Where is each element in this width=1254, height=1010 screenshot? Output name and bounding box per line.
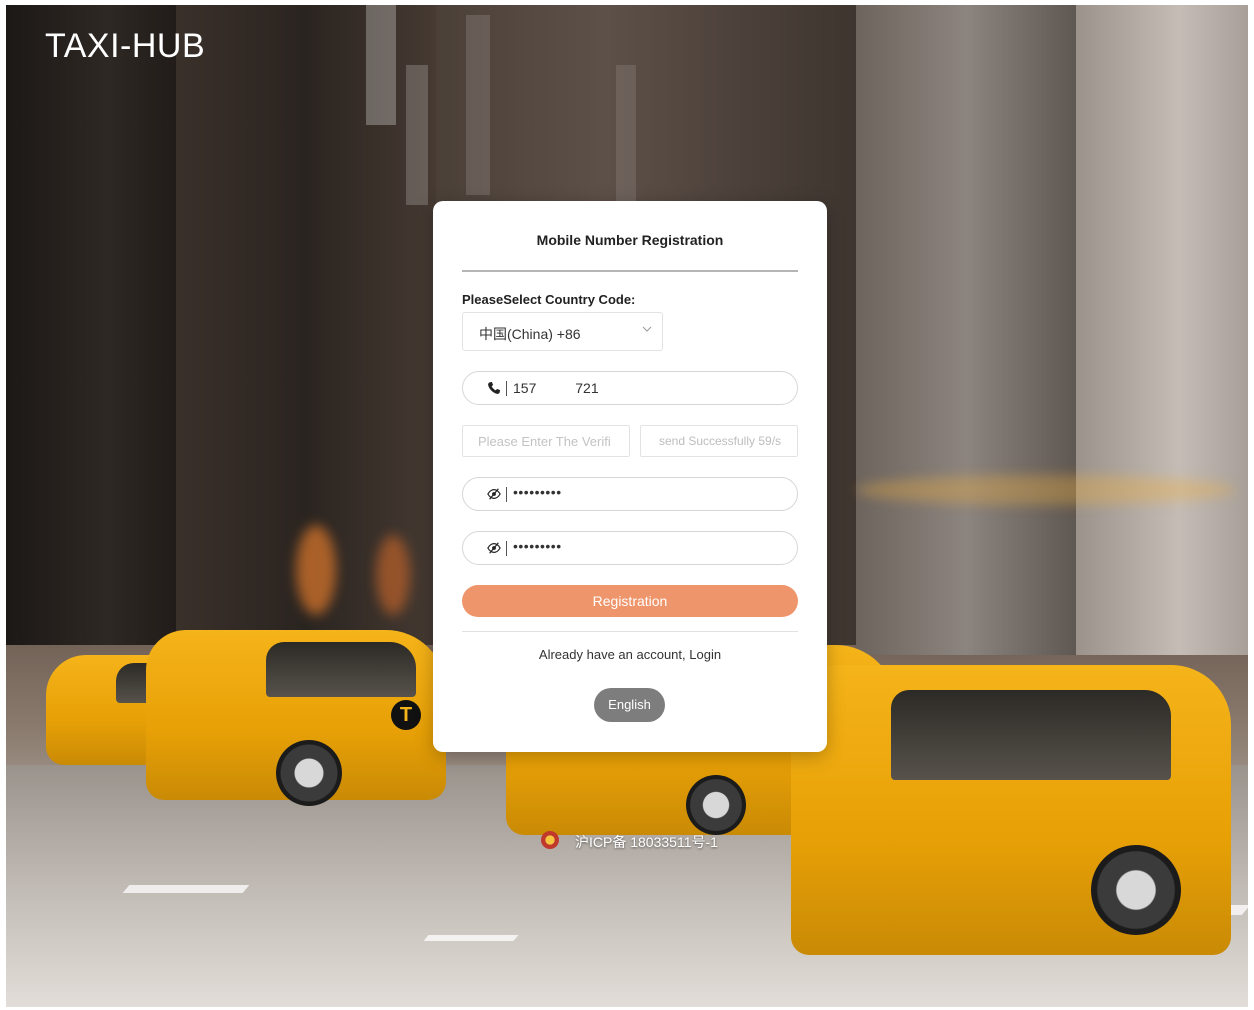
form-title: Mobile Number Registration: [536, 232, 724, 248]
police-emblem-icon: [541, 831, 559, 849]
brand-logo: TAXI-HUB: [45, 27, 206, 65]
phone-input[interactable]: 157 721: [462, 371, 798, 405]
registration-card: Mobile Number Registration PleaseSelect …: [433, 201, 827, 752]
registration-button[interactable]: Registration: [462, 585, 798, 617]
send-code-button[interactable]: send Successfully 59/s: [640, 425, 798, 457]
eye-slash-icon[interactable]: [487, 487, 501, 501]
field-separator: [506, 541, 507, 556]
taxi: [791, 665, 1231, 955]
building: [6, 5, 176, 645]
eye-slash-icon[interactable]: [487, 541, 501, 555]
building: [856, 5, 1076, 655]
country-code-select[interactable]: 中国(China) +86: [462, 312, 663, 351]
verification-placeholder: Please Enter The Verifi: [478, 434, 611, 449]
confirm-password-input[interactable]: •••••••••: [462, 531, 798, 565]
password-value: •••••••••: [513, 484, 562, 500]
building: [1076, 5, 1248, 655]
chevron-down-icon: [642, 326, 652, 332]
button-divider: [462, 631, 798, 632]
title-divider: [462, 270, 798, 272]
login-link[interactable]: Login: [689, 647, 721, 662]
confirm-password-value: •••••••••: [513, 538, 562, 554]
login-prompt: Already have an account,: [538, 647, 686, 662]
taxi: T: [146, 630, 446, 806]
icp-text[interactable]: 沪ICP备 18033511号-1: [575, 832, 718, 852]
login-prompt-row: Already have an account, Login: [433, 647, 827, 662]
phone-value: 157 721: [513, 380, 599, 396]
language-button[interactable]: English: [594, 688, 665, 722]
field-separator: [506, 381, 507, 396]
country-code-value: 中国(China) +86: [479, 326, 581, 342]
country-code-label: PleaseSelect Country Code:: [462, 292, 636, 307]
password-input[interactable]: •••••••••: [462, 477, 798, 511]
verification-code-input[interactable]: Please Enter The Verifi: [462, 425, 630, 457]
field-separator: [506, 487, 507, 502]
send-code-status: send Successfully 59/s: [658, 434, 782, 448]
phone-icon: [488, 381, 501, 394]
